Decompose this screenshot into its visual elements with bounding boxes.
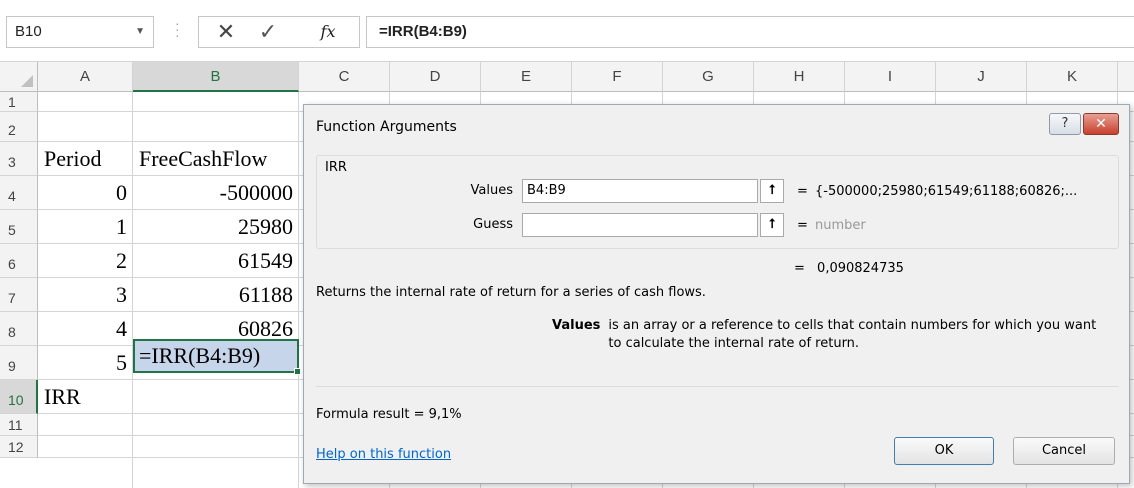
row-header-12[interactable]: 12 [0, 436, 38, 458]
function-result: = 0,090824735 [794, 261, 904, 276]
ok-button[interactable]: OK [894, 437, 994, 465]
cell-a10[interactable]: IRR [38, 384, 133, 414]
row-header-4[interactable]: 4 [0, 176, 38, 210]
cell-a8[interactable]: 4 [38, 316, 133, 346]
row-header-6[interactable]: 6 [0, 244, 38, 278]
cancel-button[interactable]: Cancel [1013, 437, 1115, 465]
cell-b5[interactable]: 25980 [133, 214, 299, 244]
column-header-i[interactable]: I [845, 62, 936, 92]
argument-help-text: is an array or a reference to cells that… [608, 318, 1097, 351]
function-arguments-dialog: Function Arguments ? ✕ IRR Values B4:B9 … [303, 104, 1130, 484]
fill-handle[interactable] [294, 368, 301, 375]
check-icon[interactable]: ✓ [251, 17, 285, 47]
result-value: 0,090824735 [817, 261, 904, 276]
cell-a4[interactable]: 0 [38, 180, 133, 210]
cell-b10-value: =IRR(B4:B9) [139, 343, 261, 368]
cell-b4[interactable]: -500000 [133, 180, 299, 210]
guess-result: number [815, 218, 866, 233]
help-on-function-link[interactable]: Help on this function [316, 447, 451, 462]
row-header-11[interactable]: 11 [0, 414, 38, 436]
row-header-3[interactable]: 3 [0, 142, 38, 176]
divider [316, 386, 1119, 387]
formula-bar-grip: · · · [175, 15, 180, 43]
select-all-corner[interactable] [0, 62, 38, 92]
row-header-7[interactable]: 7 [0, 278, 38, 312]
column-header-h[interactable]: H [754, 62, 845, 92]
collapse-dialog-icon[interactable]: ⭡ [760, 179, 784, 203]
cell-a3[interactable]: Period [38, 146, 133, 176]
close-button[interactable]: ✕ [1083, 113, 1119, 135]
column-header-f[interactable]: F [572, 62, 663, 92]
cell-b3[interactable]: FreeCashFlow [133, 146, 299, 176]
select-all-icon [21, 75, 33, 87]
arguments-group: IRR Values B4:B9 ⭡ = {-500000;25980;6154… [316, 155, 1119, 249]
row-header-8[interactable]: 8 [0, 312, 38, 346]
formula-result: Formula result = 9,1% [316, 407, 462, 422]
column-header-d[interactable]: D [390, 62, 481, 92]
name-box-value: B10 [15, 23, 42, 40]
column-header-a[interactable]: A [38, 62, 133, 92]
help-button[interactable]: ? [1049, 113, 1081, 135]
column-header-g[interactable]: G [663, 62, 754, 92]
guess-input[interactable] [522, 213, 758, 237]
argument-help: Values is an array or a reference to cell… [552, 317, 1122, 353]
column-header-e[interactable]: E [481, 62, 572, 92]
argument-help-name: Values [552, 318, 601, 333]
dialog-title: Function Arguments [316, 119, 457, 135]
formula-bar-buttons: ✕ ✓ fx [198, 16, 360, 48]
cell-a9[interactable]: 5 [38, 350, 133, 380]
cell-b7[interactable]: 61188 [133, 282, 299, 312]
function-name: IRR [325, 160, 347, 175]
row-header-5[interactable]: 5 [0, 210, 38, 244]
function-description: Returns the internal rate of return for … [316, 285, 706, 300]
values-label: Values [470, 183, 513, 198]
formula-bar: B10 ▼ · · · ✕ ✓ fx =IRR(B4:B9) [0, 0, 1134, 62]
chevron-down-icon[interactable]: ▼ [135, 17, 145, 47]
cell-a6[interactable]: 2 [38, 248, 133, 278]
row-header-1[interactable]: 1 [0, 92, 38, 112]
result-equals: = [794, 261, 805, 276]
column-header-l[interactable] [1118, 62, 1134, 92]
values-input[interactable]: B4:B9 [522, 179, 758, 203]
cell-a5[interactable]: 1 [38, 214, 133, 244]
name-box[interactable]: B10 ▼ [6, 16, 154, 48]
row-header-9[interactable]: 9 [0, 346, 38, 380]
column-header-b[interactable]: B [133, 62, 299, 92]
close-icon[interactable]: ✕ [209, 17, 243, 47]
collapse-dialog-icon[interactable]: ⭡ [760, 213, 784, 237]
formula-input[interactable]: =IRR(B4:B9) [366, 16, 1134, 48]
column-header-k[interactable]: K [1027, 62, 1118, 92]
guess-equals: = [797, 218, 808, 233]
active-cell-b10[interactable]: =IRR(B4:B9) [133, 339, 301, 375]
values-equals: = [797, 184, 808, 199]
guess-label: Guess [473, 217, 513, 232]
column-header-j[interactable]: J [936, 62, 1027, 92]
insert-function-icon[interactable]: fx [311, 17, 345, 47]
cell-b6[interactable]: 61549 [133, 248, 299, 278]
column-header-c[interactable]: C [299, 62, 390, 92]
row-header-10[interactable]: 10 [0, 380, 38, 414]
values-result: {-500000;25980;61549;61188;60826;... [815, 184, 1078, 199]
cell-a7[interactable]: 3 [38, 282, 133, 312]
row-header-2[interactable]: 2 [0, 112, 38, 142]
